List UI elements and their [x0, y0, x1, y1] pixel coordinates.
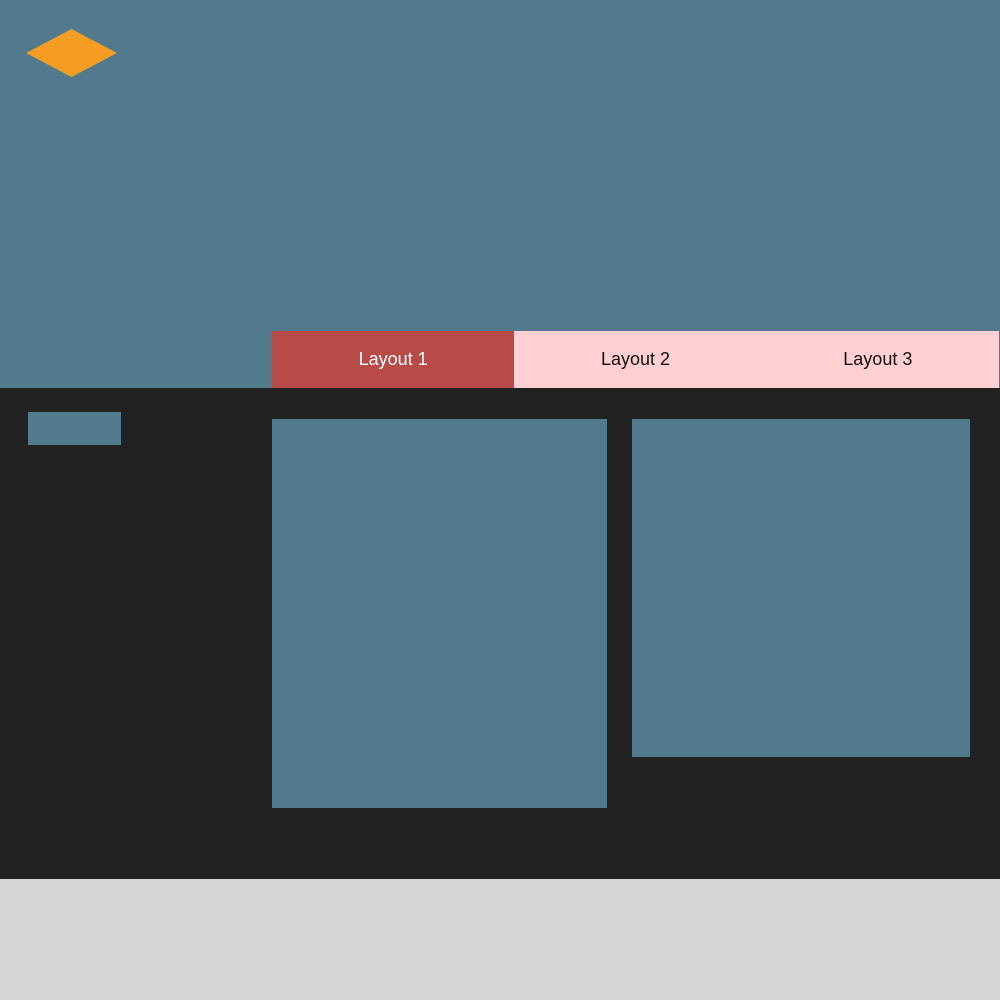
header: Layout 1 Layout 2 Layout 3	[0, 0, 1000, 388]
layout-tabs: Layout 1 Layout 2 Layout 3	[272, 331, 999, 388]
tab-layout-1[interactable]: Layout 1	[272, 331, 515, 388]
content-panel-2	[632, 419, 970, 757]
diamond-logo-icon[interactable]	[26, 29, 117, 77]
page: Layout 1 Layout 2 Layout 3	[0, 0, 1000, 1000]
tab-layout-3-label: Layout 3	[843, 349, 913, 369]
footer	[0, 879, 1000, 1000]
tab-layout-3[interactable]: Layout 3	[756, 331, 999, 388]
tab-layout-1-label: Layout 1	[358, 349, 428, 369]
tab-layout-2-label: Layout 2	[600, 349, 671, 369]
content-panel-1	[272, 419, 607, 808]
tab-layout-2[interactable]: Layout 2	[514, 331, 757, 388]
sidebar-block	[28, 412, 121, 445]
main-content	[0, 388, 1000, 879]
